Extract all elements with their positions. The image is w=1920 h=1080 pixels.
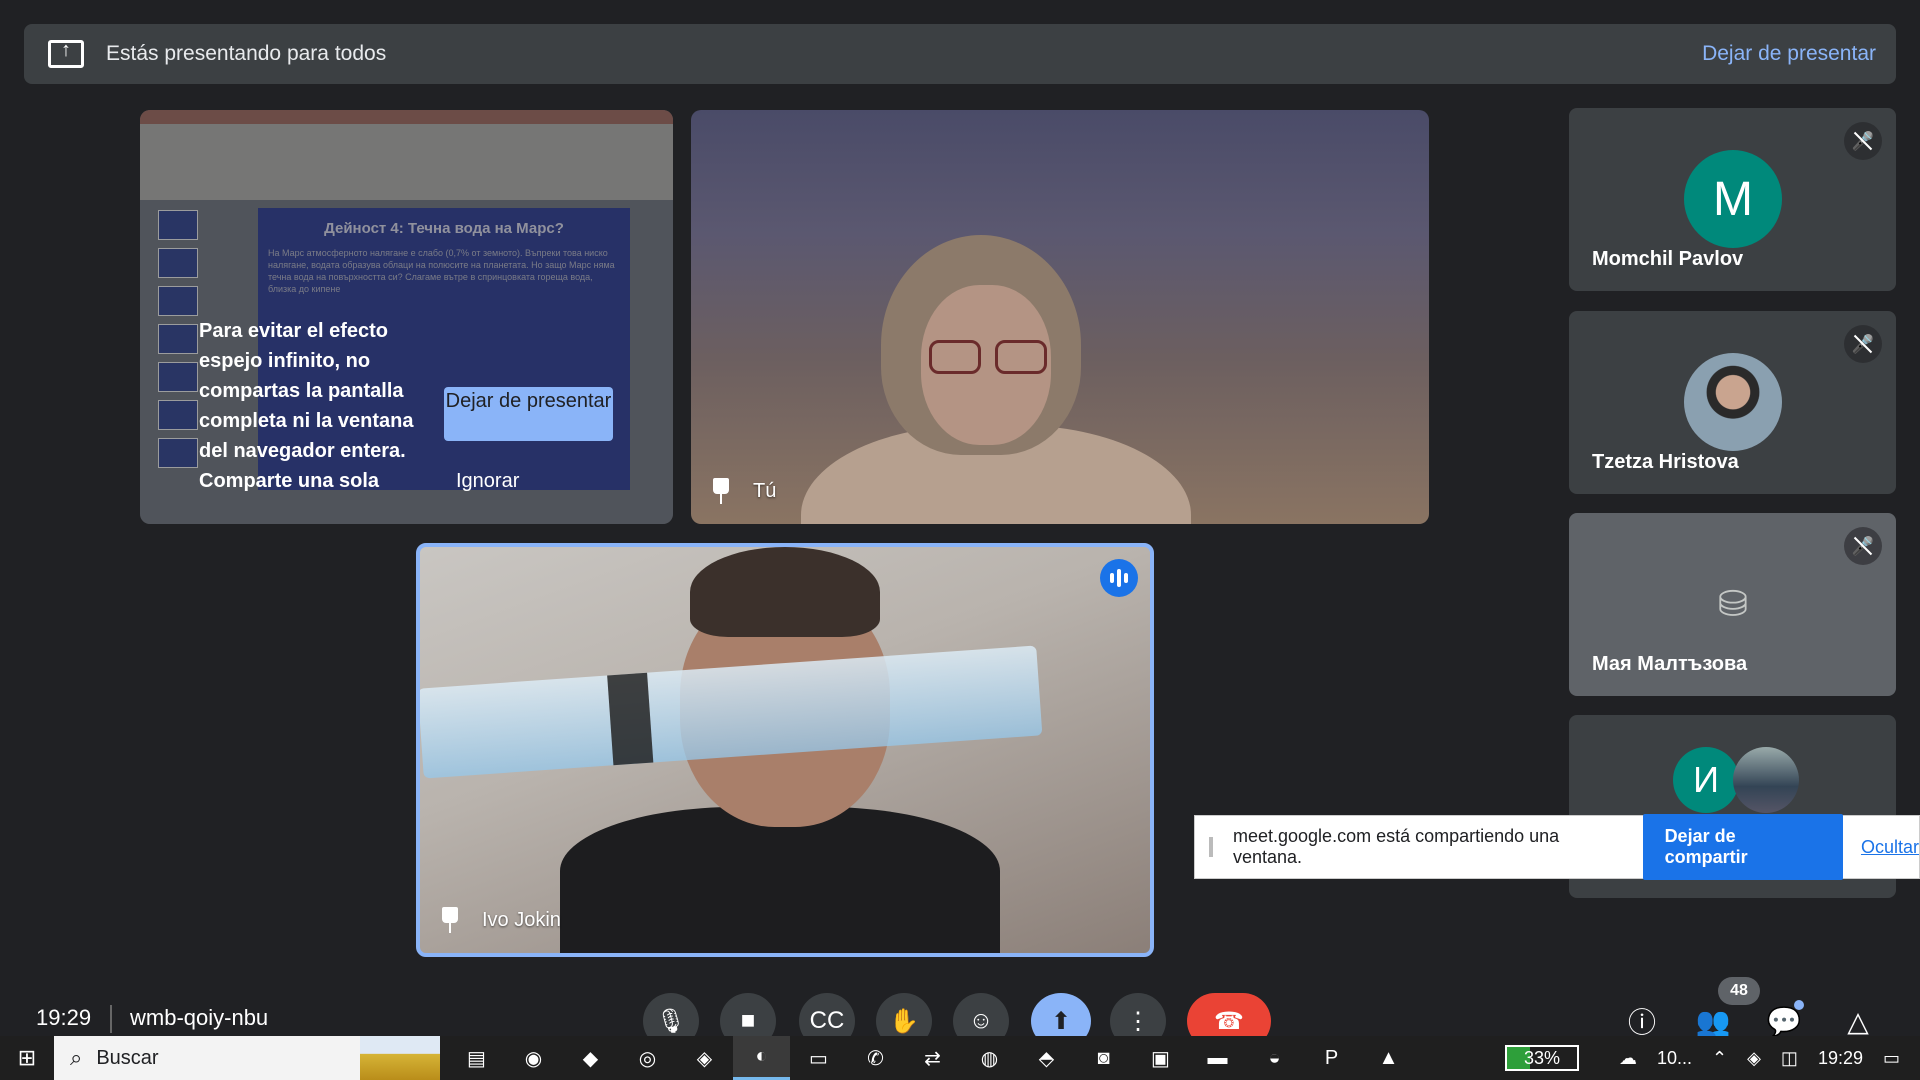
activities-icon[interactable]: △ bbox=[1838, 1001, 1878, 1041]
task-view-icon[interactable]: ▤ bbox=[448, 1036, 505, 1080]
mirror-warning-text: Para evitar el efecto espejo infinito, n… bbox=[199, 320, 414, 492]
stop-presenting-link[interactable]: Dejar de presentar bbox=[1702, 42, 1876, 66]
battery-indicator[interactable]: 33% bbox=[1504, 1045, 1579, 1071]
windows-start-icon[interactable]: ⊞ bbox=[0, 1036, 54, 1080]
vlc-icon[interactable]: ▲ bbox=[1360, 1036, 1417, 1080]
sharing-text: meet.google.com está compartiendo una ve… bbox=[1233, 826, 1560, 867]
hide-sharing-bar-link[interactable]: Ocultar bbox=[1861, 837, 1919, 858]
meet-controls-bar: 19:29 wmb-qoiy-nbu 🎙 ■ CC ✋ ☺ ⬆ ⋮ ☎ ⓘ 👥 … bbox=[0, 985, 1920, 1049]
pin-icon[interactable] bbox=[440, 907, 460, 933]
app-icon[interactable]: ◙ bbox=[1075, 1036, 1132, 1080]
avatar: И bbox=[1673, 747, 1739, 813]
chat-notification-dot bbox=[1794, 1000, 1804, 1010]
dropbox-icon[interactable]: ◈ bbox=[1747, 1048, 1761, 1069]
self-video bbox=[801, 235, 1191, 524]
participant-name: Momchil Pavlov bbox=[1592, 248, 1744, 270]
search-highlight-image bbox=[360, 1036, 440, 1080]
people-icon[interactable]: 👥 bbox=[1693, 1001, 1733, 1041]
participant-count-badge: 48 bbox=[1718, 977, 1760, 1005]
mic-off-icon: 🎤 bbox=[1844, 325, 1882, 363]
notifications-icon[interactable]: ▭ bbox=[1883, 1048, 1900, 1069]
speaking-indicator-icon bbox=[1100, 559, 1138, 597]
participant-name: Мая Малтъзова bbox=[1592, 653, 1748, 675]
camera-off-icon: ⛁ bbox=[1717, 583, 1749, 624]
participant-name: Tzetza Hristova bbox=[1592, 451, 1739, 473]
file-explorer-icon[interactable]: ▬ bbox=[1189, 1036, 1246, 1080]
chrome-icon[interactable]: ◎ bbox=[619, 1036, 676, 1080]
taskbar-clock[interactable]: 19:29 bbox=[1818, 1048, 1863, 1069]
windows-taskbar: ⊞ ⌕ Buscar ▤ ◉ ◆ ◎ ◈ ◐ ▭ ✆ ⇄ ◍ ⬘ ◙ ▣ ▬ ◒… bbox=[0, 1036, 1920, 1080]
pin-icon[interactable] bbox=[711, 478, 731, 504]
app-icon[interactable]: ⬘ bbox=[1018, 1036, 1075, 1080]
chrome-sharing-bar: meet.google.com está compartiendo una ve… bbox=[1194, 814, 1920, 880]
mic-off-icon: 🎤 bbox=[1844, 122, 1882, 160]
meeting-code: wmb-qoiy-nbu bbox=[130, 1005, 269, 1030]
stop-sharing-button[interactable]: Dejar de compartir bbox=[1642, 814, 1843, 880]
participant-tile[interactable]: 🎤 M Momchil Pavlov bbox=[1569, 108, 1896, 291]
mic-off-icon: 🎤 bbox=[1844, 527, 1882, 565]
pdf-icon[interactable]: ▣ bbox=[1132, 1036, 1189, 1080]
meeting-time: 19:29 bbox=[36, 1005, 92, 1030]
teamviewer-icon[interactable]: ⇄ bbox=[904, 1036, 961, 1080]
whatsapp-icon[interactable]: ✆ bbox=[847, 1036, 904, 1080]
avatar: M bbox=[1684, 150, 1782, 248]
app-icon[interactable]: ◉ bbox=[505, 1036, 562, 1080]
powerpoint-icon[interactable]: P bbox=[1303, 1036, 1360, 1080]
app-icon[interactable]: ▭ bbox=[790, 1036, 847, 1080]
taskbar-search[interactable]: ⌕ Buscar bbox=[54, 1036, 440, 1080]
camera-icon[interactable]: ◫ bbox=[1781, 1048, 1798, 1069]
present-screen-icon bbox=[48, 39, 84, 68]
avatar bbox=[1684, 353, 1782, 451]
app-icon[interactable]: ◈ bbox=[676, 1036, 733, 1080]
speaker-name-label: Ivo Jokin bbox=[482, 908, 561, 931]
speaker-video-tile[interactable]: Ivo Jokin bbox=[416, 543, 1154, 957]
weather-text[interactable]: 10... bbox=[1657, 1048, 1692, 1069]
presenting-banner: Estás presentando para todos Dejar de pr… bbox=[24, 24, 1896, 84]
participant-tile[interactable]: 🎤 Tzetza Hristova bbox=[1569, 311, 1896, 494]
warning-stop-presenting-button[interactable]: Dejar de presentar bbox=[444, 387, 613, 441]
self-name-label: Tú bbox=[753, 479, 777, 502]
avatar bbox=[1733, 747, 1799, 813]
system-tray: 33% ☁ 10... ⌃ ◈ ◫ 19:29 ▭ bbox=[1504, 1036, 1920, 1080]
presentation-tile: Дейност 4: Течна вода на Марс? На Марс а… bbox=[140, 110, 673, 524]
app-icon[interactable]: ◆ bbox=[562, 1036, 619, 1080]
app-icon[interactable]: ◒ bbox=[1246, 1036, 1303, 1080]
weather-icon[interactable]: ☁ bbox=[1619, 1048, 1637, 1069]
edge-icon[interactable]: ◐ bbox=[733, 1036, 790, 1080]
chevron-up-icon[interactable]: ⌃ bbox=[1712, 1048, 1727, 1069]
firefox-icon[interactable]: ◍ bbox=[961, 1036, 1018, 1080]
self-video-tile[interactable]: Tú bbox=[691, 110, 1429, 524]
warning-ignore-button[interactable]: Ignorar bbox=[456, 470, 519, 493]
info-icon[interactable]: ⓘ bbox=[1622, 1001, 1662, 1041]
participant-tile[interactable]: 🎤 ⛁ Мая Малтъзова bbox=[1569, 513, 1896, 696]
search-icon: ⌕ bbox=[70, 1045, 83, 1070]
drag-handle[interactable] bbox=[1209, 837, 1213, 857]
presenting-text: Estás presentando para todos bbox=[106, 42, 387, 65]
search-placeholder: Buscar bbox=[96, 1046, 159, 1069]
